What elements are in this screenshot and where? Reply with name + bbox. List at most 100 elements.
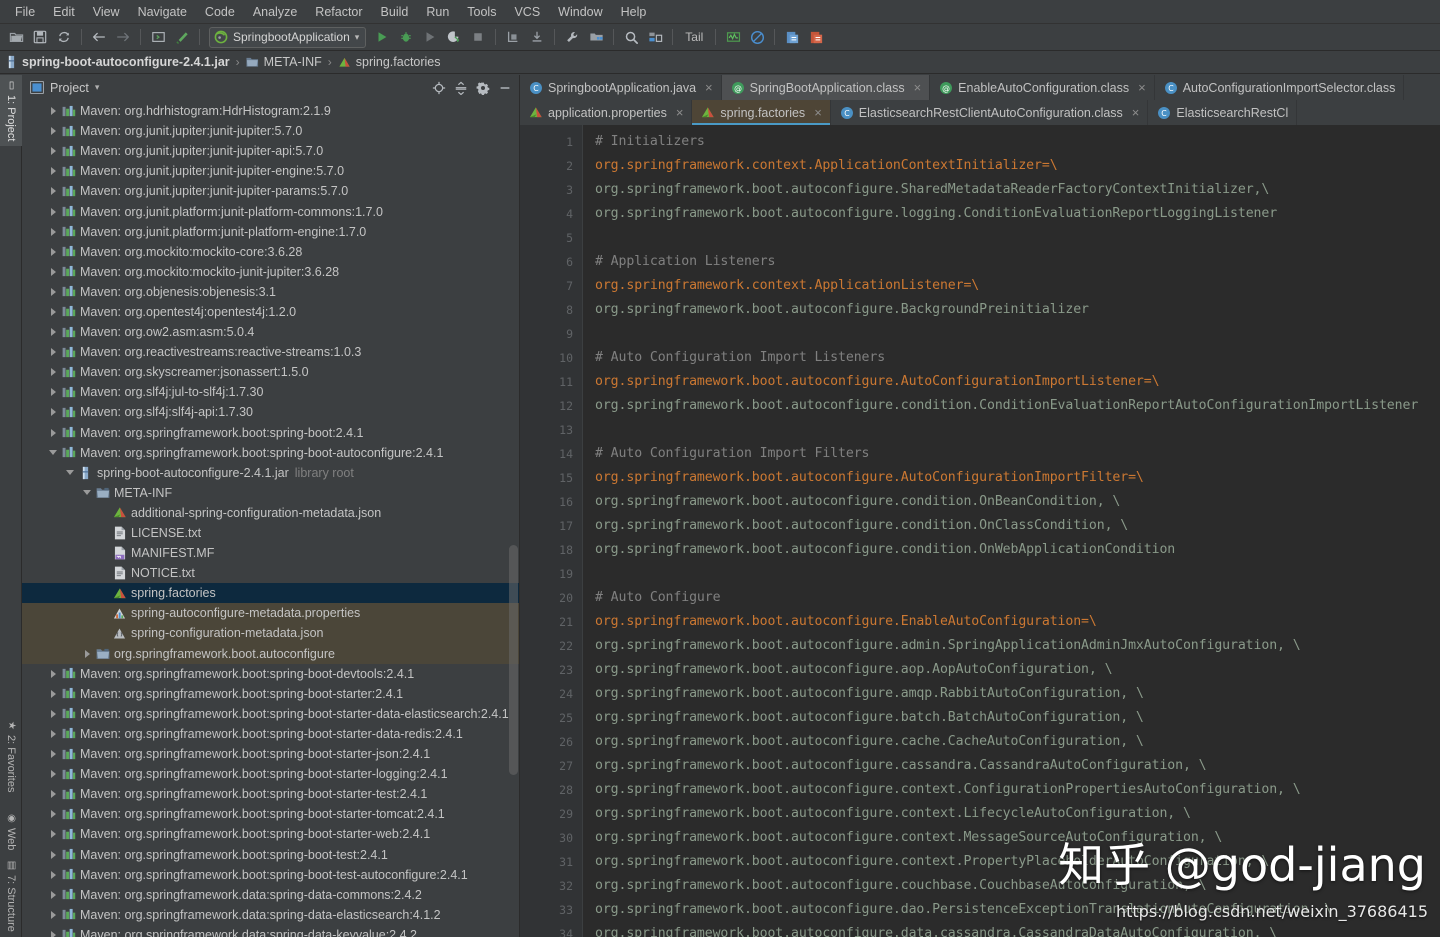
code-line[interactable]: org.springframework.boot.autoconfigure.c… bbox=[583, 490, 1440, 514]
menu-code[interactable]: Code bbox=[196, 3, 244, 21]
no-entry-icon[interactable] bbox=[745, 26, 769, 49]
toggle-terminal-icon[interactable] bbox=[146, 26, 170, 49]
tree-row[interactable]: Maven: org.springframework.boot:spring-b… bbox=[22, 824, 519, 844]
chevron-right-icon[interactable] bbox=[46, 750, 60, 759]
code-line[interactable]: org.springframework.boot.autoconfigure.l… bbox=[583, 202, 1440, 226]
tree-row[interactable]: NOTICE.txt bbox=[22, 563, 519, 583]
tree-row[interactable]: org.springframework.boot.autoconfigure bbox=[22, 643, 519, 664]
sidebar-item-project[interactable]: ▭ 1: Project bbox=[0, 75, 22, 147]
tree-row[interactable]: Maven: org.junit.jupiter:junit-jupiter:5… bbox=[22, 121, 519, 141]
chevron-right-icon[interactable] bbox=[46, 307, 60, 316]
tree-row[interactable]: Maven: org.springframework.boot:spring-b… bbox=[22, 684, 519, 704]
tree-row[interactable]: Maven: org.springframework.boot:spring-b… bbox=[22, 804, 519, 824]
editor-tab[interactable]: C ElasticsearchRestCl bbox=[1148, 100, 1298, 125]
chevron-right-icon[interactable] bbox=[46, 388, 60, 397]
chevron-right-icon[interactable] bbox=[46, 127, 60, 136]
chevron-right-icon[interactable] bbox=[46, 227, 60, 236]
build-hammer-icon[interactable] bbox=[170, 26, 194, 49]
code-line[interactable]: org.springframework.boot.autoconfigure.c… bbox=[583, 514, 1440, 538]
code-line[interactable]: org.springframework.boot.autoconfigure.a… bbox=[583, 658, 1440, 682]
menu-window[interactable]: Window bbox=[549, 3, 611, 21]
chevron-right-icon[interactable] bbox=[46, 167, 60, 176]
chevron-right-icon[interactable] bbox=[46, 207, 60, 216]
chevron-right-icon[interactable] bbox=[46, 669, 60, 678]
tree-row[interactable]: MANIFEST.MF bbox=[22, 543, 519, 563]
run-with-coverage-icon[interactable] bbox=[418, 26, 442, 49]
chevron-right-icon[interactable] bbox=[46, 107, 60, 116]
chevron-right-icon[interactable] bbox=[46, 689, 60, 698]
chevron-right-icon[interactable] bbox=[46, 147, 60, 156]
menu-view[interactable]: View bbox=[84, 3, 129, 21]
save-all-icon[interactable] bbox=[28, 26, 52, 49]
project-tree[interactable]: Maven: org.hdrhistogram:HdrHistogram:2.1… bbox=[22, 100, 519, 937]
tree-row[interactable]: Maven: org.objenesis:objenesis:3.1 bbox=[22, 282, 519, 302]
chevron-right-icon[interactable] bbox=[46, 287, 60, 296]
tree-row[interactable]: spring-boot-autoconfigure-2.4.1.jar libra… bbox=[22, 463, 519, 483]
chevron-down-icon[interactable] bbox=[80, 490, 94, 496]
stop-icon[interactable] bbox=[466, 26, 490, 49]
menu-tools[interactable]: Tools bbox=[458, 3, 505, 21]
tree-row[interactable]: Maven: org.springframework.boot:spring-b… bbox=[22, 423, 519, 443]
tree-row[interactable]: Maven: org.junit.jupiter:junit-jupiter-a… bbox=[22, 141, 519, 161]
code-line[interactable]: org.springframework.boot.autoconfigure.c… bbox=[583, 850, 1440, 874]
menu-refactor[interactable]: Refactor bbox=[306, 3, 371, 21]
code-line[interactable]: # Auto Configuration Import Listeners bbox=[583, 346, 1440, 370]
code-line[interactable]: org.springframework.boot.autoconfigure.c… bbox=[583, 730, 1440, 754]
code-line[interactable]: org.springframework.boot.autoconfigure.A… bbox=[583, 466, 1440, 490]
tree-row[interactable]: Maven: org.springframework.boot:spring-b… bbox=[22, 764, 519, 784]
chevron-right-icon[interactable] bbox=[46, 890, 60, 899]
breadcrumb-item-jar[interactable]: spring-boot-autoconfigure-2.4.1.jar bbox=[6, 55, 230, 69]
close-icon[interactable]: × bbox=[1132, 105, 1140, 120]
tree-row[interactable]: Maven: org.skyscreamer:jsonassert:1.5.0 bbox=[22, 362, 519, 382]
menu-edit[interactable]: Edit bbox=[44, 3, 84, 21]
code-line[interactable]: org.springframework.boot.autoconfigure.b… bbox=[583, 706, 1440, 730]
chevron-right-icon[interactable] bbox=[46, 709, 60, 718]
code-line[interactable]: org.springframework.boot.autoconfigure.c… bbox=[583, 538, 1440, 562]
code-line[interactable]: org.springframework.boot.autoconfigure.c… bbox=[583, 826, 1440, 850]
tree-row[interactable]: Maven: org.ow2.asm:asm:5.0.4 bbox=[22, 322, 519, 342]
chevron-right-icon[interactable] bbox=[46, 770, 60, 779]
settings-wrench-icon[interactable] bbox=[560, 26, 584, 49]
editor-tab[interactable]: @ EnableAutoConfiguration.class × bbox=[930, 75, 1155, 100]
menu-vcs[interactable]: VCS bbox=[505, 3, 549, 21]
code-line[interactable]: org.springframework.boot.autoconfigure.A… bbox=[583, 370, 1440, 394]
tree-row[interactable]: Maven: org.junit.platform:junit-platform… bbox=[22, 222, 519, 242]
sidebar-item-web[interactable]: ◉ Web bbox=[0, 808, 22, 855]
chevron-down-icon[interactable] bbox=[46, 450, 60, 456]
close-icon[interactable]: × bbox=[705, 80, 713, 95]
chevron-right-icon[interactable] bbox=[46, 850, 60, 859]
editor-tab[interactable]: C AutoConfigurationImportSelector.class bbox=[1154, 75, 1405, 100]
project-tree-scrollbar[interactable] bbox=[509, 545, 518, 775]
tree-row[interactable]: META-INF bbox=[22, 483, 519, 503]
code-line[interactable]: org.springframework.context.ApplicationL… bbox=[583, 274, 1440, 298]
forward-arrow-icon[interactable] bbox=[111, 26, 135, 49]
code-line[interactable]: org.springframework.context.ApplicationC… bbox=[583, 154, 1440, 178]
chevron-right-icon[interactable] bbox=[46, 930, 60, 937]
code-blank-line[interactable] bbox=[583, 226, 1440, 250]
code-editor[interactable]: 1 2 3 4 5 6 7 8 9 10 11 12 13 14 15 16 17 18 19 20 21 22 23 24 2… bbox=[520, 125, 1440, 937]
tree-row[interactable]: Maven: org.opentest4j:opentest4j:1.2.0 bbox=[22, 302, 519, 322]
code-line[interactable]: org.springframework.boot.autoconfigure.E… bbox=[583, 610, 1440, 634]
run-configuration-selector[interactable]: SpringbootApplication ▾ bbox=[209, 26, 367, 48]
editor-tab[interactable]: C SpringbootApplication.java × bbox=[520, 75, 722, 100]
code-line[interactable]: org.springframework.boot.autoconfigure.a… bbox=[583, 682, 1440, 706]
menu-navigate[interactable]: Navigate bbox=[129, 3, 196, 21]
tree-row[interactable]: Maven: org.springframework.boot:spring-b… bbox=[22, 704, 519, 724]
code-line[interactable]: org.springframework.boot.autoconfigure.d… bbox=[583, 898, 1440, 922]
code-line[interactable]: org.springframework.boot.autoconfigure.c… bbox=[583, 802, 1440, 826]
tree-row[interactable]: spring-configuration-metadata.json bbox=[22, 623, 519, 644]
code-line[interactable]: # Application Listeners bbox=[583, 250, 1440, 274]
editor-tab[interactable]: @ SpringBootApplication.class × bbox=[721, 75, 931, 100]
code-line[interactable]: org.springframework.boot.autoconfigure.S… bbox=[583, 178, 1440, 202]
search-everywhere-icon[interactable] bbox=[619, 26, 643, 49]
tree-row[interactable]: Maven: org.slf4j:slf4j-api:1.7.30 bbox=[22, 402, 519, 422]
tree-row[interactable]: Maven: org.reactivestreams:reactive-stre… bbox=[22, 342, 519, 362]
chevron-right-icon[interactable] bbox=[46, 428, 60, 437]
chevron-right-icon[interactable] bbox=[46, 910, 60, 919]
tree-row[interactable]: Maven: org.junit.jupiter:junit-jupiter-e… bbox=[22, 161, 519, 181]
restclient-icon[interactable] bbox=[780, 26, 804, 49]
code-line[interactable]: org.springframework.boot.autoconfigure.c… bbox=[583, 754, 1440, 778]
menu-help[interactable]: Help bbox=[612, 3, 656, 21]
close-icon[interactable]: × bbox=[1138, 80, 1146, 95]
sidebar-item-favorites[interactable]: ★ 2: Favorites bbox=[0, 715, 22, 797]
